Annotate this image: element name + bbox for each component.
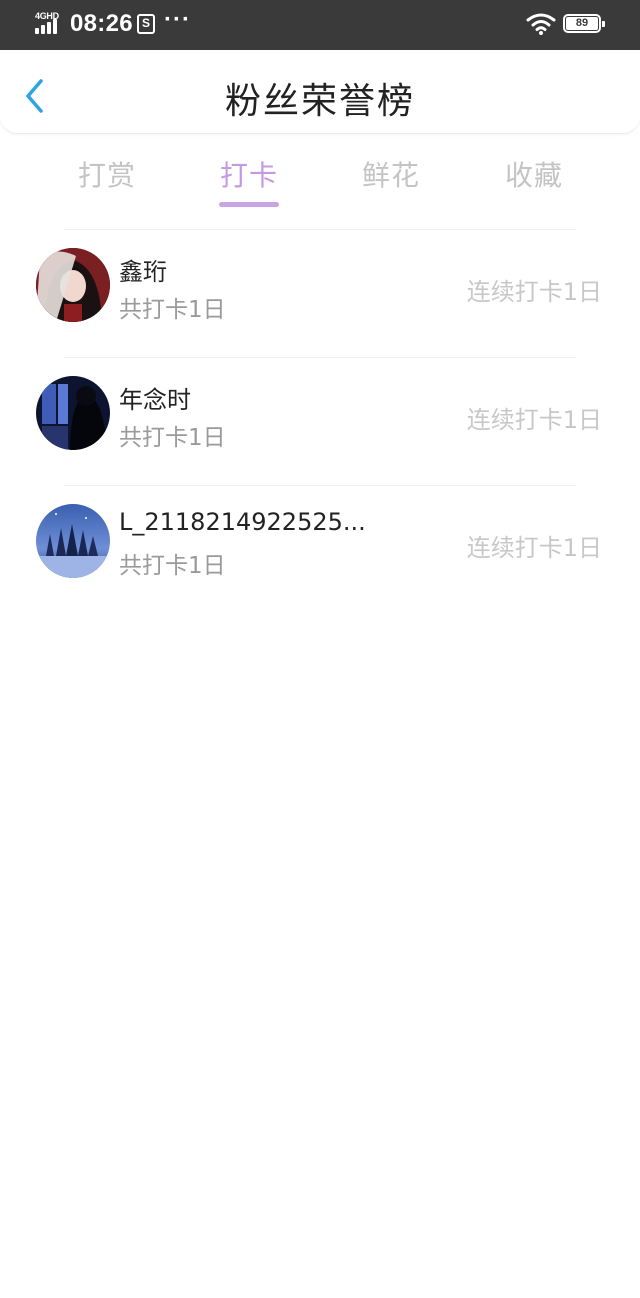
page-title: 粉丝荣誉榜 bbox=[224, 81, 415, 122]
battery-icon: 89 bbox=[563, 14, 605, 33]
status-bar: 4GHD 08:26 S ··· 89 bbox=[0, 0, 640, 50]
tab-favorites[interactable]: 收藏 bbox=[484, 154, 584, 194]
signal-icon: 4GHD bbox=[34, 11, 64, 37]
battery-level: 89 bbox=[566, 17, 598, 30]
total-checkin: 共打卡1日 bbox=[119, 553, 226, 579]
tab-flowers[interactable]: 鲜花 bbox=[341, 154, 441, 194]
fan-list: 鑫珩 共打卡1日 连续打卡1日 年念时 共打卡1日 连续打卡1日 L_21182… bbox=[0, 229, 640, 613]
wifi-icon bbox=[526, 13, 556, 35]
tab-bar: 打赏 打卡 鲜花 收藏 bbox=[0, 134, 640, 214]
total-checkin: 共打卡1日 bbox=[119, 297, 226, 323]
status-time: 08:26 bbox=[70, 10, 133, 37]
tab-reward[interactable]: 打赏 bbox=[57, 154, 157, 194]
streak-checkin: 连续打卡1日 bbox=[466, 406, 602, 434]
notification-app-icon: S bbox=[137, 14, 155, 34]
avatar[interactable] bbox=[36, 504, 110, 578]
list-item[interactable]: 鑫珩 共打卡1日 连续打卡1日 bbox=[36, 229, 602, 357]
more-notifications-icon: ··· bbox=[164, 6, 191, 33]
total-checkin: 共打卡1日 bbox=[119, 425, 226, 451]
fan-name: 年念时 bbox=[119, 386, 191, 414]
fan-name: 鑫珩 bbox=[119, 258, 167, 286]
streak-checkin: 连续打卡1日 bbox=[466, 278, 602, 306]
list-item[interactable]: 年念时 共打卡1日 连续打卡1日 bbox=[36, 357, 602, 485]
avatar[interactable] bbox=[36, 376, 110, 450]
tab-checkin[interactable]: 打卡 bbox=[199, 154, 299, 194]
fan-name: L_2118214922525... bbox=[119, 508, 366, 536]
header: 粉丝荣誉榜 bbox=[0, 50, 640, 134]
list-item[interactable]: L_2118214922525... 共打卡1日 连续打卡1日 bbox=[36, 485, 602, 613]
active-tab-indicator bbox=[219, 202, 279, 207]
streak-checkin: 连续打卡1日 bbox=[466, 534, 602, 562]
avatar[interactable] bbox=[36, 248, 110, 322]
